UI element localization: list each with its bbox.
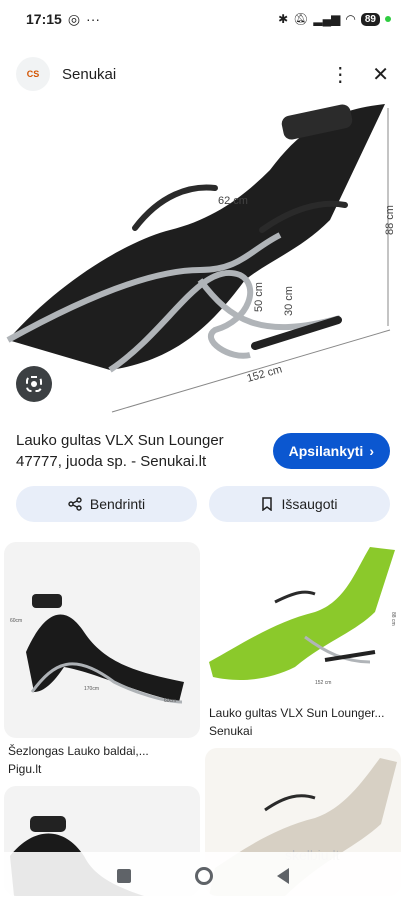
status-time: 17:15	[26, 11, 62, 27]
more-vert-icon[interactable]: ⋮	[330, 62, 350, 87]
card1-dim-width: 170cm	[84, 686, 99, 692]
result-title[interactable]: Lauko gultas VLX Sun Lounger 47777, juod…	[16, 430, 256, 472]
save-label: Išsaugoti	[281, 496, 338, 512]
chevron-right-icon: ›	[369, 443, 374, 459]
back-icon[interactable]	[276, 868, 289, 884]
more-notifications-icon: ···	[86, 11, 101, 27]
dim-seat-label: 50 cm	[253, 282, 265, 312]
site-name[interactable]: Senukai	[62, 66, 116, 83]
close-icon[interactable]: ✕	[372, 62, 389, 87]
lounger-illustration: 152 cm 88 cm 62 cm 50 cm 30 cm	[6, 104, 396, 413]
signal-icon: ▂▄▆	[313, 12, 341, 26]
home-icon[interactable]	[194, 867, 213, 885]
related-card[interactable]: 152 cm 88 cm	[205, 542, 401, 700]
related-caption[interactable]: Šezlongas Lauko baldai,... Pigu.lt	[8, 744, 198, 776]
header: CS Senukai ⋮ ✕	[0, 44, 405, 104]
card1-dim-depth: 60cm	[164, 698, 176, 704]
share-label: Bendrinti	[89, 496, 146, 512]
recents-icon[interactable]	[116, 869, 131, 883]
related-image: 170cm 60cm 60cm	[10, 594, 184, 704]
lens-icon	[26, 376, 42, 392]
card2-dim-height: 88 cm	[390, 612, 396, 626]
related-title: Lauko gultas VLX Sun Lounger...	[209, 706, 385, 720]
related-image: 152 cm 88 cm	[209, 547, 396, 686]
privacy-dot	[385, 16, 391, 22]
battery-indicator: 89	[360, 12, 380, 26]
visit-label: Apsilankyti	[288, 443, 364, 459]
bookmark-icon	[262, 497, 273, 511]
card1-dim-height: 60cm	[10, 618, 22, 624]
related-source: Senukai	[209, 724, 253, 738]
dim-depth-label: 62 cm	[218, 195, 248, 207]
lounger-fabric	[8, 104, 385, 370]
site-logo[interactable]: CS	[16, 57, 50, 91]
related-caption[interactable]: Lauko gultas VLX Sun Lounger... Senukai	[209, 706, 399, 738]
related-source: Pigu.lt	[8, 762, 42, 776]
dim-base-label: 30 cm	[283, 286, 295, 316]
mute-icon: 🔕︎	[293, 12, 309, 26]
notification-icon: ◎	[67, 10, 81, 27]
share-icon	[68, 497, 82, 511]
share-button[interactable]: Bendrinti	[16, 486, 197, 522]
bluetooth-icon: ✱	[278, 12, 289, 26]
related-card[interactable]: 170cm 60cm 60cm	[4, 542, 200, 738]
system-nav-bar	[0, 852, 405, 900]
related-title: Šezlongas Lauko baldai,...	[8, 744, 149, 758]
wifi-icon: ◠	[345, 12, 356, 26]
visit-button[interactable]: Apsilankyti ›	[272, 433, 390, 469]
card2-dim-width: 152 cm	[315, 680, 331, 686]
hero-image[interactable]: 152 cm 88 cm 62 cm 50 cm 30 cm	[0, 100, 405, 420]
result-title-row: Lauko gultas VLX Sun Lounger 47777, juod…	[16, 430, 390, 472]
dim-height-label: 88 cm	[384, 205, 396, 235]
action-row: Bendrinti Išsaugoti	[16, 486, 390, 522]
save-button[interactable]: Išsaugoti	[209, 486, 390, 522]
lens-button[interactable]	[16, 366, 52, 402]
status-bar: 17:15 ◎ ··· ✱ 🔕︎ ▂▄▆ ◠ 89	[0, 0, 405, 38]
